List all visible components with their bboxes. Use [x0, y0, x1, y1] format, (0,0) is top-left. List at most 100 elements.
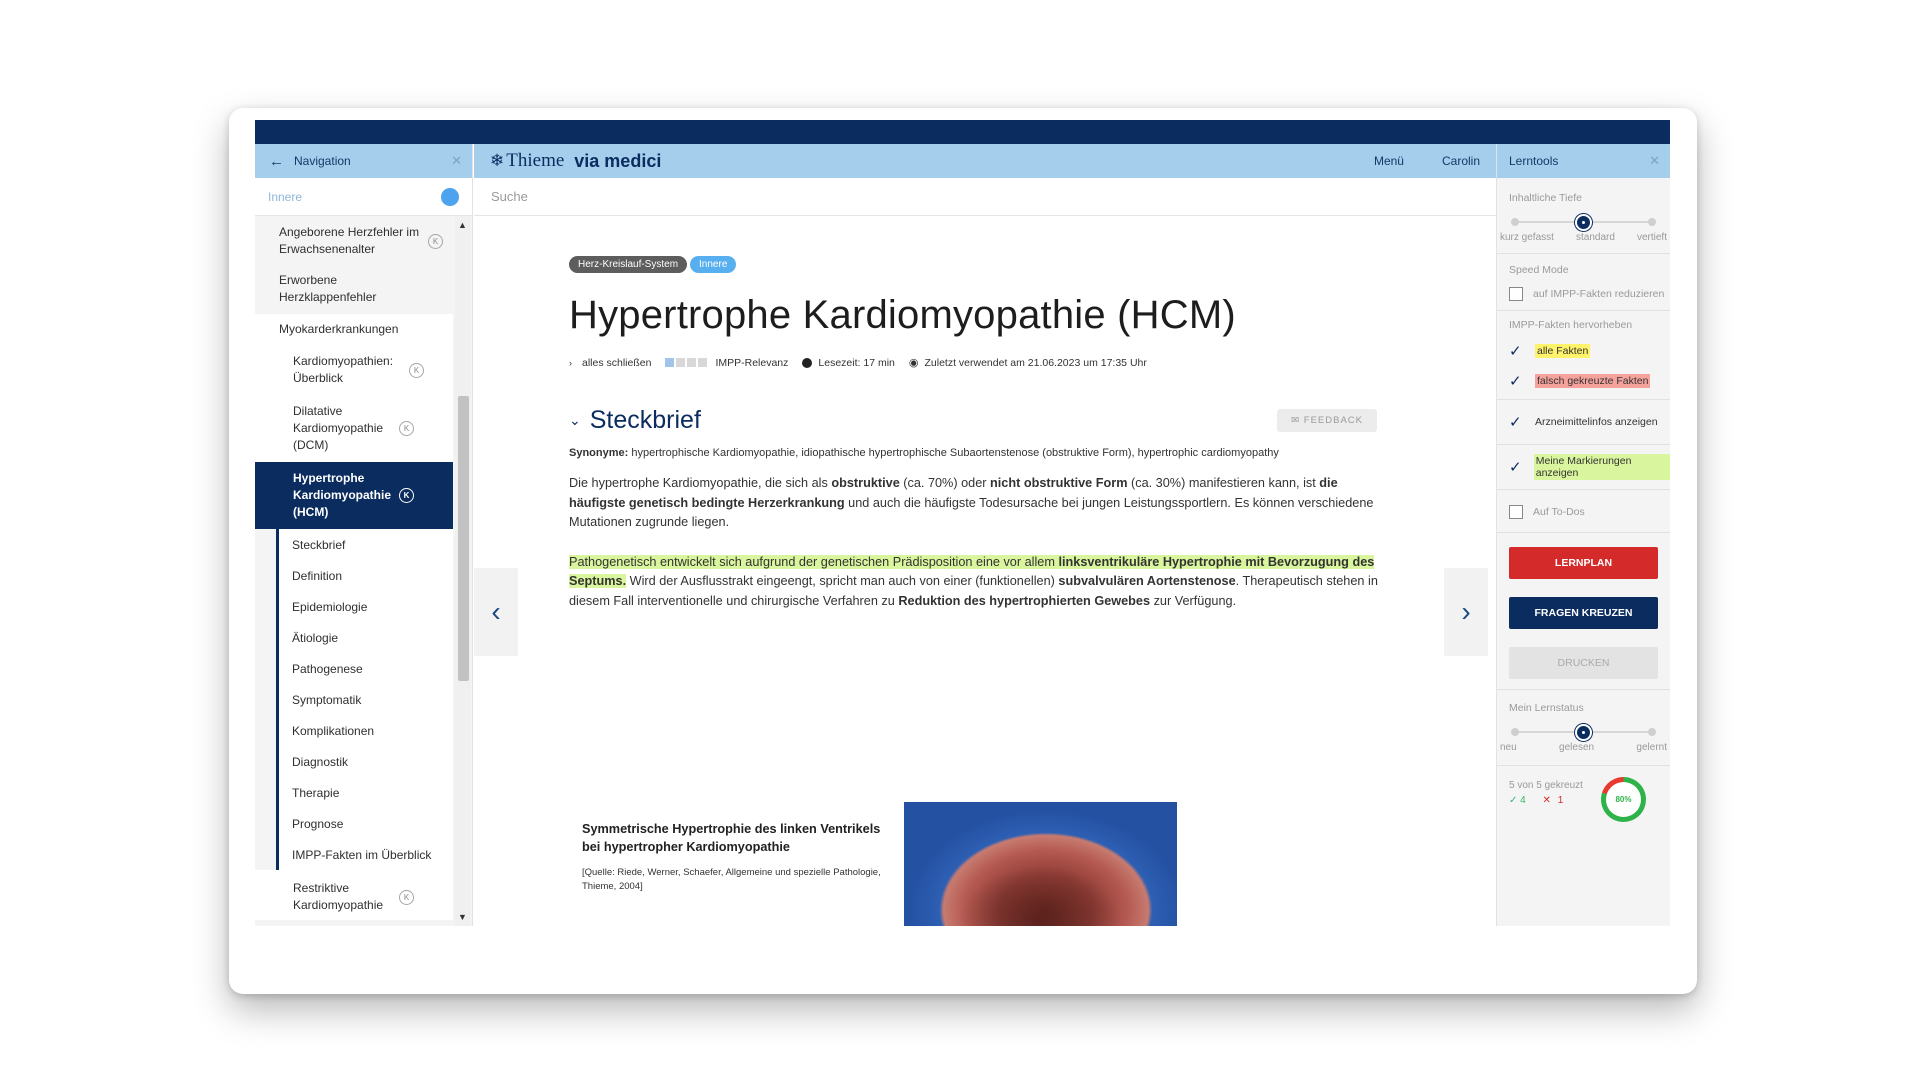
- nav-sub-epidemiologie[interactable]: Epidemiologie: [276, 591, 453, 622]
- impp-all-option[interactable]: ✓ alle Fakten: [1497, 339, 1670, 363]
- text-run: zur Verfügung.: [1150, 593, 1237, 608]
- status-ticks: neu gelesen gelernt: [1497, 742, 1670, 753]
- option-label: Auf To-Dos: [1533, 506, 1585, 518]
- lernplan-button[interactable]: LERNPLAN: [1509, 547, 1658, 579]
- figure-image[interactable]: [904, 802, 1177, 926]
- score-ring: [1601, 777, 1646, 822]
- drucken-button[interactable]: DRUCKEN: [1509, 647, 1658, 679]
- checkbox[interactable]: [1509, 505, 1523, 519]
- nav-sub-prognose[interactable]: Prognose: [276, 808, 453, 839]
- paragraph-intro: Die hypertrophe Kardiomyopathie, die sic…: [569, 474, 1389, 533]
- nav-sub-label: Definition: [292, 568, 343, 583]
- prev-chapter-arrow[interactable]: ‹: [474, 568, 518, 656]
- tools-title: Lerntools: [1509, 154, 1559, 168]
- nav-title: Navigation: [294, 154, 351, 168]
- synonyms: Synonyme: hypertrophische Kardiomyopathi…: [569, 447, 1389, 459]
- scrollbar-thumb[interactable]: [458, 396, 469, 681]
- nav-item-angeborene-herzfehler[interactable]: Angeborene Herzfehler im Erwachsenenalte…: [255, 216, 453, 264]
- article-title: Hypertrophe Kardiomyopathie (HCM): [569, 293, 1236, 337]
- slider-knob[interactable]: [1574, 724, 1592, 741]
- nav-sub-label: Diagnostik: [292, 754, 349, 769]
- check-icon[interactable]: ✓: [1509, 458, 1528, 476]
- slider-stop: [1648, 728, 1656, 736]
- chevron-down-icon[interactable]: ⌄: [569, 412, 581, 429]
- text-bold: Reduktion des hypertrophierten Gewebes: [898, 593, 1151, 608]
- scroll-up-icon[interactable]: ▲: [458, 220, 467, 230]
- nav-sub-label: Prognose: [292, 816, 344, 831]
- nav-item-label: Erworbene Herzklappenfehler: [279, 273, 377, 304]
- nav-sub-therapie[interactable]: Therapie: [276, 777, 453, 808]
- thieme-seal-icon: ❄: [490, 151, 505, 170]
- text-run: Die hypertrophe Kardiomyopathie, die sic…: [569, 476, 832, 490]
- section-header-steckbrief[interactable]: ⌄ Steckbrief ✉ FEEDBACK: [569, 406, 1389, 435]
- nav-sub-label: Therapie: [292, 785, 340, 800]
- impp-relevance-bar: [665, 358, 708, 367]
- close-icon[interactable]: ✕: [1649, 153, 1660, 169]
- nav-item-myokarderkrankungen[interactable]: Myokarderkrankungen: [255, 314, 453, 345]
- nav-sub-komplikationen[interactable]: Komplikationen: [276, 715, 453, 746]
- filter-dot-icon[interactable]: [441, 187, 459, 206]
- check-icon: ✓: [1509, 795, 1518, 806]
- nav-item-hcm[interactable]: Hypertrophe Kardiomyopathie (HCM) K: [255, 462, 453, 529]
- impp-wrong-option[interactable]: ✓ falsch gekreuzte Fakten: [1497, 369, 1670, 393]
- brand-logo[interactable]: ❄ Thieme via medici: [490, 150, 661, 172]
- impp-label: IMPP-Fakten hervorheben: [1509, 319, 1633, 331]
- depth-slider[interactable]: [1511, 212, 1656, 232]
- scroll-down-icon[interactable]: ▼: [458, 912, 467, 922]
- next-chapter-arrow[interactable]: ›: [1444, 568, 1488, 656]
- crossed-count: 5 von 5 gekreuzt: [1509, 780, 1583, 791]
- nav-sub-impp-fakten[interactable]: IMPP-Fakten im Überblick: [276, 839, 453, 870]
- slider-knob[interactable]: [1574, 214, 1592, 231]
- nav-sub-label: Komplikationen: [292, 723, 375, 738]
- check-icon[interactable]: ✓: [1509, 413, 1529, 431]
- nav-item-label: Hypertrophe Kardiomyopathie (HCM): [293, 471, 392, 519]
- todo-option[interactable]: Auf To-Dos: [1497, 500, 1670, 524]
- fragen-kreuzen-button[interactable]: FRAGEN KREUZEN: [1509, 597, 1658, 629]
- tag-herz-kreislauf[interactable]: Herz-Kreislauf-System: [569, 256, 688, 273]
- wrong-count: 1: [1557, 795, 1564, 806]
- speed-mode-option[interactable]: auf IMPP-Fakten reduzieren: [1497, 282, 1670, 306]
- text-highlighted: Pathogenetisch entwickelt sich aufgrund …: [569, 554, 1059, 569]
- status-slider[interactable]: [1511, 722, 1656, 742]
- nav-sub-definition[interactable]: Definition: [276, 560, 453, 591]
- nav-header: ← Navigation ✕: [255, 144, 472, 178]
- nav-tree: Angeborene Herzfehler im Erwachsenenalte…: [255, 216, 453, 926]
- collapse-all-link[interactable]: alles schließen: [582, 357, 651, 369]
- figure-caption: Symmetrische Hypertrophie des linken Ven…: [582, 820, 882, 894]
- impp-relevance-label: IMPP-Relevanz: [715, 356, 789, 369]
- nav-sub-symptomatik[interactable]: Symptomatik: [276, 684, 453, 715]
- nav-filter[interactable]: Innere: [255, 178, 472, 216]
- nav-sub-label: IMPP-Fakten im Überblick: [292, 847, 432, 862]
- slider-stop: [1511, 728, 1519, 736]
- nav-sub-diagnostik[interactable]: Diagnostik: [276, 746, 453, 777]
- feedback-button[interactable]: ✉ FEEDBACK: [1277, 409, 1377, 432]
- lerntools-panel: Lerntools ✕ Inhaltliche Tiefe kurz gefas…: [1496, 144, 1670, 926]
- nav-sub-pathogenese[interactable]: Pathogenese: [276, 653, 453, 684]
- divider: [1497, 765, 1670, 766]
- menu-link[interactable]: Menü: [1374, 154, 1404, 168]
- read-time: Lesezeit: 17 min: [818, 356, 895, 369]
- chevron-right-icon: ›: [1461, 596, 1471, 627]
- nav-item-restriktive-kardiomyopathie[interactable]: Restriktive Kardiomyopathie K: [255, 870, 453, 920]
- check-icon[interactable]: ✓: [1509, 372, 1529, 390]
- nav-sub-label: Steckbrief: [292, 537, 346, 552]
- tag-innere[interactable]: Innere: [690, 256, 737, 273]
- nav-item-kardiomyopathien-ueberblick[interactable]: Kardiomyopathien: Überblick K: [255, 345, 453, 395]
- top-bar: [255, 120, 1670, 144]
- close-icon[interactable]: ✕: [451, 153, 462, 169]
- drug-info-option[interactable]: ✓ Arzneimittelinfos anzeigen: [1497, 410, 1670, 434]
- nav-item-erworbene-herzklappenfehler[interactable]: Erworbene Herzklappenfehler: [255, 264, 453, 314]
- nav-sub-steckbrief[interactable]: Steckbrief: [276, 529, 453, 560]
- tick-label: standard: [1575, 232, 1615, 243]
- nav-scrollbar[interactable]: ▲ ▼: [455, 216, 471, 926]
- back-arrow-icon[interactable]: ←: [269, 153, 284, 170]
- impp-level-box: [687, 358, 697, 367]
- device-frame: ← Navigation ✕ Innere Angeborene Herzfeh…: [229, 108, 1697, 994]
- checkbox[interactable]: [1509, 287, 1523, 301]
- my-marks-option[interactable]: ✓ Meine Markierungen anzeigen: [1497, 454, 1670, 480]
- check-icon[interactable]: ✓: [1509, 342, 1529, 360]
- nav-item-dcm[interactable]: Dilatative Kardiomyopathie (DCM) K: [255, 395, 453, 462]
- nav-sub-aetiologie[interactable]: Ätiologie: [276, 622, 453, 653]
- search-input[interactable]: Suche: [474, 178, 1496, 216]
- user-link[interactable]: Carolin: [1442, 154, 1480, 168]
